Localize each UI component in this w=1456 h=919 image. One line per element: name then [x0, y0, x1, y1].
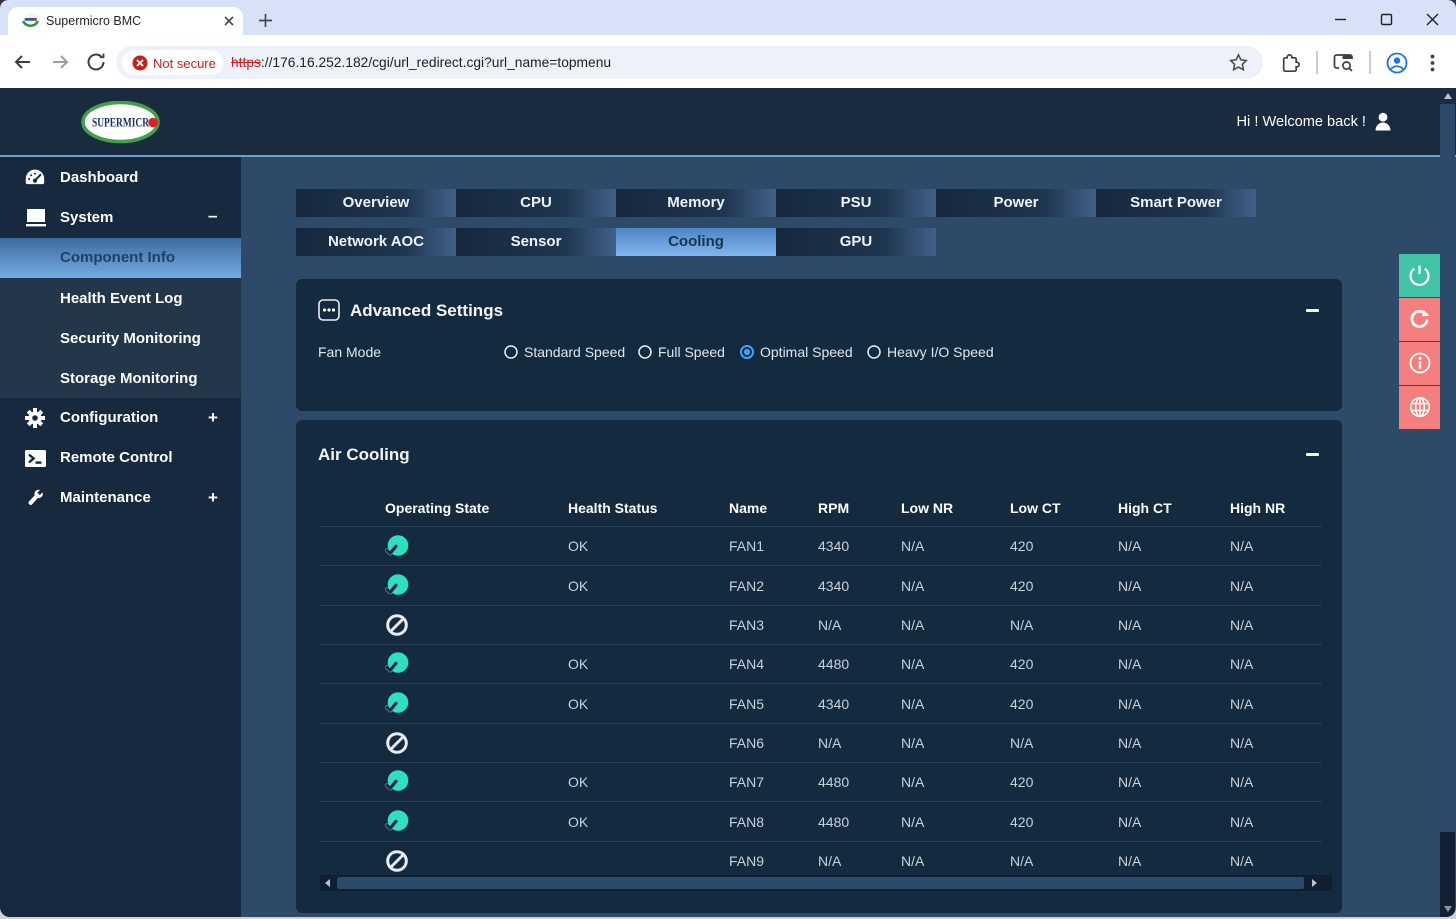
svg-text:SUPERMICR: SUPERMICR — [92, 115, 149, 130]
